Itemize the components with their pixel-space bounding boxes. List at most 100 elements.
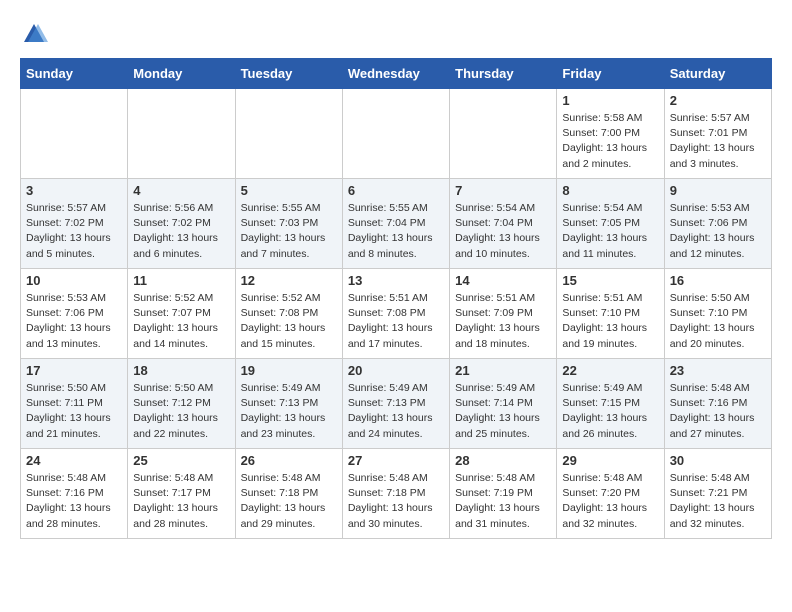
sunrise-info: Sunrise: 5:53 AM [670, 201, 766, 216]
daylight-info: Daylight: 13 hours and 27 minutes. [670, 411, 766, 441]
header-thursday: Thursday [450, 59, 557, 89]
calendar-cell [450, 89, 557, 179]
day-info: Sunrise: 5:54 AMSunset: 7:04 PMDaylight:… [455, 201, 551, 262]
sunrise-info: Sunrise: 5:51 AM [562, 291, 658, 306]
header-monday: Monday [128, 59, 235, 89]
day-number: 16 [670, 273, 766, 288]
day-number: 7 [455, 183, 551, 198]
calendar-week-1: 1Sunrise: 5:58 AMSunset: 7:00 PMDaylight… [21, 89, 772, 179]
sunset-info: Sunset: 7:16 PM [670, 396, 766, 411]
daylight-info: Daylight: 13 hours and 20 minutes. [670, 321, 766, 351]
sunset-info: Sunset: 7:04 PM [348, 216, 444, 231]
day-number: 13 [348, 273, 444, 288]
calendar-cell: 18Sunrise: 5:50 AMSunset: 7:12 PMDayligh… [128, 359, 235, 449]
day-number: 14 [455, 273, 551, 288]
day-info: Sunrise: 5:48 AMSunset: 7:16 PMDaylight:… [670, 381, 766, 442]
sunset-info: Sunset: 7:19 PM [455, 486, 551, 501]
sunrise-info: Sunrise: 5:48 AM [670, 471, 766, 486]
day-number: 3 [26, 183, 122, 198]
calendar-cell: 22Sunrise: 5:49 AMSunset: 7:15 PMDayligh… [557, 359, 664, 449]
calendar-week-5: 24Sunrise: 5:48 AMSunset: 7:16 PMDayligh… [21, 449, 772, 539]
daylight-info: Daylight: 13 hours and 8 minutes. [348, 231, 444, 261]
calendar-cell [21, 89, 128, 179]
sunset-info: Sunset: 7:05 PM [562, 216, 658, 231]
daylight-info: Daylight: 13 hours and 6 minutes. [133, 231, 229, 261]
day-info: Sunrise: 5:53 AMSunset: 7:06 PMDaylight:… [26, 291, 122, 352]
calendar-cell: 5Sunrise: 5:55 AMSunset: 7:03 PMDaylight… [235, 179, 342, 269]
daylight-info: Daylight: 13 hours and 25 minutes. [455, 411, 551, 441]
sunset-info: Sunset: 7:16 PM [26, 486, 122, 501]
calendar-cell: 23Sunrise: 5:48 AMSunset: 7:16 PMDayligh… [664, 359, 771, 449]
calendar-week-3: 10Sunrise: 5:53 AMSunset: 7:06 PMDayligh… [21, 269, 772, 359]
sunrise-info: Sunrise: 5:50 AM [26, 381, 122, 396]
page-header [20, 20, 772, 48]
daylight-info: Daylight: 13 hours and 10 minutes. [455, 231, 551, 261]
day-info: Sunrise: 5:48 AMSunset: 7:18 PMDaylight:… [241, 471, 337, 532]
day-number: 8 [562, 183, 658, 198]
calendar-cell: 10Sunrise: 5:53 AMSunset: 7:06 PMDayligh… [21, 269, 128, 359]
day-info: Sunrise: 5:57 AMSunset: 7:02 PMDaylight:… [26, 201, 122, 262]
sunrise-info: Sunrise: 5:57 AM [670, 111, 766, 126]
day-info: Sunrise: 5:51 AMSunset: 7:08 PMDaylight:… [348, 291, 444, 352]
day-number: 19 [241, 363, 337, 378]
sunset-info: Sunset: 7:15 PM [562, 396, 658, 411]
day-info: Sunrise: 5:52 AMSunset: 7:08 PMDaylight:… [241, 291, 337, 352]
calendar-cell: 7 Sunrise: 5:54 AMSunset: 7:04 PMDaylight… [450, 179, 557, 269]
calendar-week-4: 17Sunrise: 5:50 AMSunset: 7:11 PMDayligh… [21, 359, 772, 449]
day-info: Sunrise: 5:49 AMSunset: 7:13 PMDaylight:… [241, 381, 337, 442]
day-info: Sunrise: 5:48 AMSunset: 7:20 PMDaylight:… [562, 471, 658, 532]
calendar-cell: 11Sunrise: 5:52 AMSunset: 7:07 PMDayligh… [128, 269, 235, 359]
sunset-info: Sunset: 7:03 PM [241, 216, 337, 231]
sunset-info: Sunset: 7:18 PM [241, 486, 337, 501]
calendar-week-2: 3 Sunrise: 5:57 AMSunset: 7:02 PMDaylight… [21, 179, 772, 269]
sunset-info: Sunset: 7:11 PM [26, 396, 122, 411]
sunrise-info: Sunrise: 5:49 AM [348, 381, 444, 396]
sunrise-info: Sunrise: 5:57 AM [26, 201, 122, 216]
sunrise-info: Sunrise: 5:48 AM [348, 471, 444, 486]
daylight-info: Daylight: 13 hours and 2 minutes. [562, 141, 658, 171]
daylight-info: Daylight: 13 hours and 19 minutes. [562, 321, 658, 351]
calendar-cell: 19 Sunrise: 5:49 AMSunset: 7:13 PMDayligh… [235, 359, 342, 449]
sunset-info: Sunset: 7:18 PM [348, 486, 444, 501]
header-wednesday: Wednesday [342, 59, 449, 89]
sunset-info: Sunset: 7:00 PM [562, 126, 658, 141]
sunrise-info: Sunrise: 5:48 AM [455, 471, 551, 486]
calendar-table: SundayMondayTuesdayWednesdayThursdayFrid… [20, 58, 772, 539]
calendar-cell [128, 89, 235, 179]
day-info: Sunrise: 5:48 AMSunset: 7:16 PMDaylight:… [26, 471, 122, 532]
day-info: Sunrise: 5:48 AMSunset: 7:21 PMDaylight:… [670, 471, 766, 532]
day-number: 29 [562, 453, 658, 468]
daylight-info: Daylight: 13 hours and 17 minutes. [348, 321, 444, 351]
daylight-info: Daylight: 13 hours and 32 minutes. [562, 501, 658, 531]
daylight-info: Daylight: 13 hours and 23 minutes. [241, 411, 337, 441]
calendar-cell: 3 Sunrise: 5:57 AMSunset: 7:02 PMDaylight… [21, 179, 128, 269]
calendar-cell: 27 Sunrise: 5:48 AMSunset: 7:18 PMDayligh… [342, 449, 449, 539]
day-info: Sunrise: 5:48 AMSunset: 7:19 PMDaylight:… [455, 471, 551, 532]
sunset-info: Sunset: 7:08 PM [241, 306, 337, 321]
calendar-cell: 16Sunrise: 5:50 AMSunset: 7:10 PMDayligh… [664, 269, 771, 359]
daylight-info: Daylight: 13 hours and 21 minutes. [26, 411, 122, 441]
calendar-cell: 14 Sunrise: 5:51 AMSunset: 7:09 PMDayligh… [450, 269, 557, 359]
sunrise-info: Sunrise: 5:50 AM [670, 291, 766, 306]
logo [20, 20, 52, 48]
sunset-info: Sunset: 7:12 PM [133, 396, 229, 411]
day-number: 17 [26, 363, 122, 378]
day-info: Sunrise: 5:57 AMSunset: 7:01 PMDaylight:… [670, 111, 766, 172]
day-info: Sunrise: 5:51 AMSunset: 7:10 PMDaylight:… [562, 291, 658, 352]
day-number: 21 [455, 363, 551, 378]
sunrise-info: Sunrise: 5:50 AM [133, 381, 229, 396]
calendar-cell: 12Sunrise: 5:52 AMSunset: 7:08 PMDayligh… [235, 269, 342, 359]
calendar-body: 1Sunrise: 5:58 AMSunset: 7:00 PMDaylight… [21, 89, 772, 539]
sunset-info: Sunset: 7:01 PM [670, 126, 766, 141]
day-number: 11 [133, 273, 229, 288]
sunset-info: Sunset: 7:13 PM [348, 396, 444, 411]
header-tuesday: Tuesday [235, 59, 342, 89]
calendar-cell: 28Sunrise: 5:48 AMSunset: 7:19 PMDayligh… [450, 449, 557, 539]
day-number: 27 [348, 453, 444, 468]
day-info: Sunrise: 5:54 AMSunset: 7:05 PMDaylight:… [562, 201, 658, 262]
sunrise-info: Sunrise: 5:52 AM [133, 291, 229, 306]
day-info: Sunrise: 5:48 AMSunset: 7:18 PMDaylight:… [348, 471, 444, 532]
day-info: Sunrise: 5:50 AMSunset: 7:11 PMDaylight:… [26, 381, 122, 442]
day-info: Sunrise: 5:51 AMSunset: 7:09 PMDaylight:… [455, 291, 551, 352]
day-info: Sunrise: 5:49 AMSunset: 7:14 PMDaylight:… [455, 381, 551, 442]
